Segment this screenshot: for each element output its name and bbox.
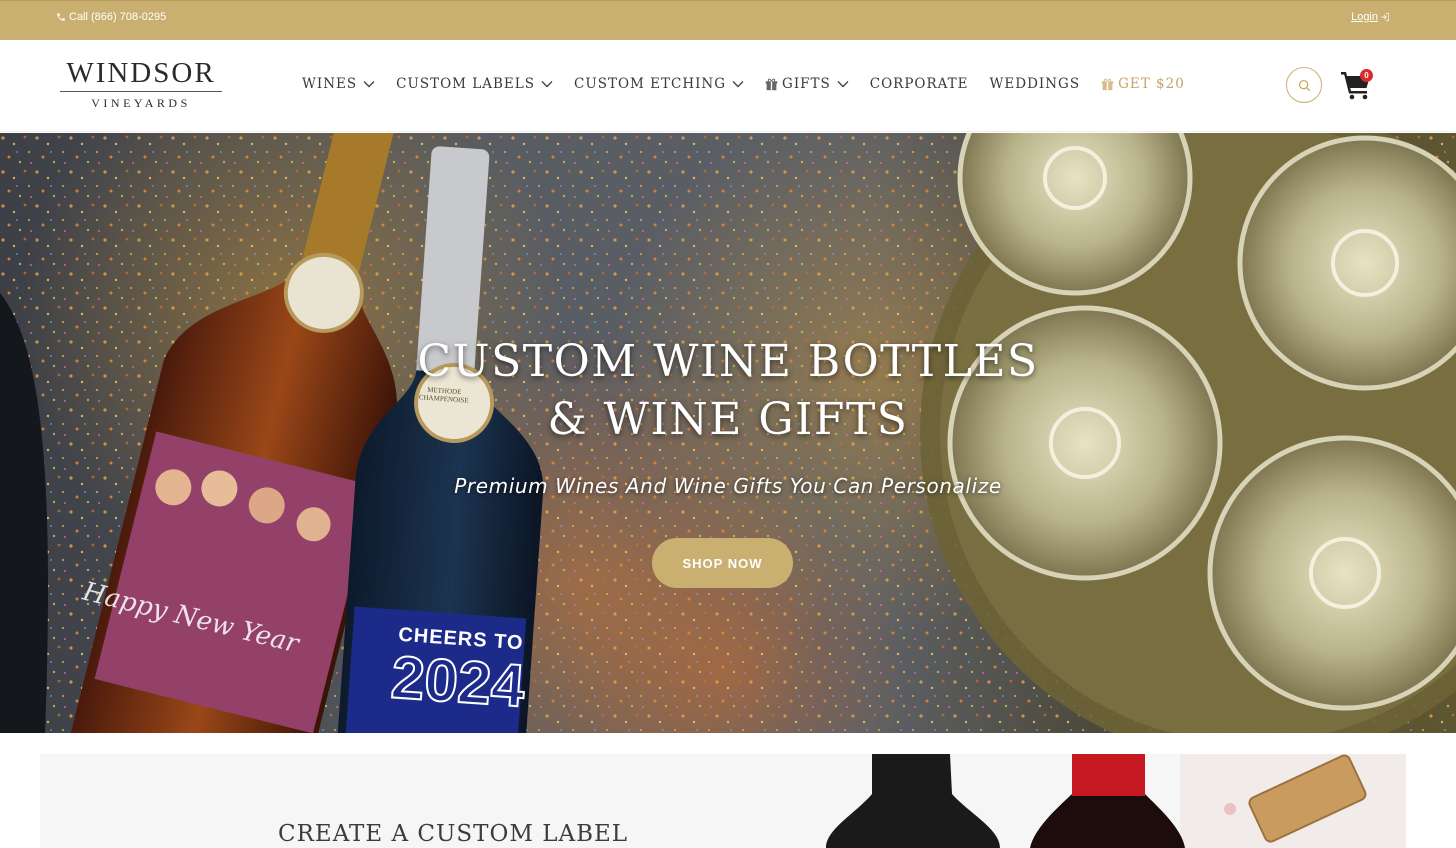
- search-button[interactable]: [1286, 67, 1322, 103]
- promo-title: CREATE A CUSTOM LABEL: [278, 821, 629, 847]
- chevron-down-icon: [541, 81, 553, 88]
- phone-link[interactable]: Call (866) 708-0295: [56, 11, 166, 23]
- nav-item-custom-etching[interactable]: CUSTOM ETCHING: [574, 76, 744, 92]
- cart-count-badge: 0: [1360, 69, 1373, 82]
- nav-item-get-20[interactable]: GET $20: [1101, 76, 1185, 92]
- nav-label: WINES: [302, 76, 358, 92]
- nav-label: CORPORATE: [869, 76, 969, 92]
- login-label: Login: [1351, 11, 1378, 23]
- hero-banner: CUSTOM WINE BOTTLES & WINE GIFTS Premium…: [0, 133, 1456, 733]
- nav-label: CUSTOM ETCHING: [573, 76, 727, 92]
- site-header: WINDSOR VINEYARDS WINES CUSTOM LABELS CU…: [0, 40, 1456, 132]
- logo-wordmark: WINDSOR: [66, 57, 216, 89]
- custom-label-section: CREATE A CUSTOM LABEL: [40, 754, 1406, 848]
- phone-icon: [57, 13, 65, 21]
- nav-item-weddings[interactable]: WEDDINGS: [990, 76, 1081, 92]
- cart-button[interactable]: 0: [1340, 69, 1374, 100]
- gift-icon: [765, 78, 778, 90]
- hero-heading-line-1: CUSTOM WINE BOTTLES: [417, 336, 1039, 387]
- promo-bottles-image: [826, 754, 1406, 848]
- login-link[interactable]: Login: [1351, 11, 1390, 23]
- shop-now-button[interactable]: SHOP NOW: [652, 538, 793, 588]
- chevron-down-icon: [837, 81, 849, 88]
- nav-item-gifts[interactable]: GIFTS: [765, 76, 849, 92]
- nav-label: GIFTS: [782, 76, 831, 92]
- nav-item-wines[interactable]: WINES: [302, 76, 375, 92]
- windsor-logo[interactable]: WINDSOR VINEYARDS: [58, 58, 224, 111]
- hero-subtitle: Premium Wines And Wine Gifts You Can Per…: [454, 474, 1002, 498]
- hero-heading-line-2: & WINE GIFTS: [547, 394, 909, 445]
- search-icon: [1298, 79, 1310, 91]
- logo-subtitle: VINEYARDS: [91, 96, 191, 110]
- nav-label: GET $20: [1118, 76, 1185, 92]
- top-bar: Call (866) 708-0295 Login: [0, 0, 1456, 40]
- nav-item-corporate[interactable]: CORPORATE: [870, 76, 969, 92]
- nav-item-custom-labels[interactable]: CUSTOM LABELS: [396, 76, 553, 92]
- logo-divider: [60, 91, 222, 92]
- gift-icon: [1101, 78, 1114, 90]
- bottle-label-cheers: CHEERS TO 2024: [388, 623, 528, 721]
- phone-label: Call (866) 708-0295: [69, 11, 167, 23]
- hero-heading: CUSTOM WINE BOTTLES & WINE GIFTS: [0, 333, 1456, 449]
- chevron-down-icon: [363, 81, 375, 88]
- main-nav: WINES CUSTOM LABELS CUSTOM ETCHING GIFTS…: [302, 76, 1206, 92]
- nav-label: CUSTOM LABELS: [396, 76, 535, 92]
- chevron-down-icon: [732, 81, 744, 88]
- login-icon: [1381, 12, 1389, 22]
- bottle-label-cheers-line-2: 2024: [388, 642, 528, 720]
- nav-label: WEDDINGS: [989, 76, 1081, 92]
